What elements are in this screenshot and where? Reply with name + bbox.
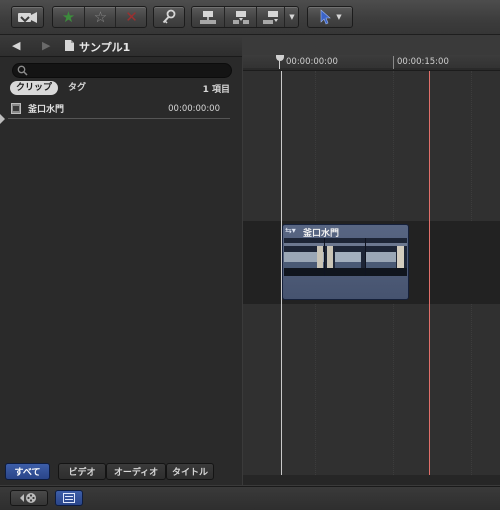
timeline-clip[interactable]: ⇆▾ 釜口水門	[282, 224, 409, 300]
browser-header: ◀ ▶ サンプル1	[0, 36, 242, 57]
thumbnail	[284, 238, 324, 276]
clip-filmstrip	[284, 238, 407, 276]
item-count: 1 項目	[202, 85, 230, 95]
list-item[interactable]: 釜口水門 00:00:00:00	[0, 100, 242, 118]
filter-all-button[interactable]: すべて	[5, 463, 50, 480]
star-outline-icon: ☆	[93, 8, 108, 26]
document-icon	[65, 40, 74, 51]
timeline-ruler[interactable]: 00:00:00:00 00:00:15:00	[243, 55, 500, 71]
search-icon	[17, 65, 28, 76]
bottom-bar	[0, 486, 500, 510]
list-view-icon	[63, 493, 75, 503]
tool-select-button[interactable]: ▼	[307, 6, 353, 28]
project-name: サンプル1	[79, 41, 131, 54]
ruler-label: 00:00:00:00	[286, 57, 338, 67]
star-filled-icon: ★	[61, 8, 76, 26]
connect-clip-button[interactable]	[192, 7, 224, 27]
filter-bar: すべて ビデオ オーディオ タイトル	[0, 459, 242, 485]
unrate-button[interactable]: ☆	[84, 7, 116, 27]
append-clip-icon	[263, 10, 278, 24]
edit-menu-button[interactable]: ▼	[284, 7, 299, 27]
clip-menu-icon[interactable]: ⇆▾	[285, 226, 296, 235]
film-clip-icon	[11, 103, 21, 114]
ruler-mark	[393, 56, 394, 69]
search-input[interactable]	[12, 63, 232, 78]
timeline[interactable]: ⇆▾ 釜口水門	[243, 71, 500, 475]
event-browser: クリップ タグ 1 項目 釜口水門 00:00:00:00 すべて ビデオ オー…	[0, 57, 242, 485]
filter-audio-button[interactable]: オーディオ	[106, 463, 166, 480]
clip-name: 釜口水門	[28, 105, 65, 115]
toolbar: ★ ☆ ✕ ▼ ▼	[0, 0, 500, 35]
insert-clip-button[interactable]	[224, 7, 257, 27]
filter-video-button[interactable]: ビデオ	[58, 463, 106, 480]
tab-clips[interactable]: クリップ	[10, 81, 59, 95]
chevron-down-icon: ▼	[336, 13, 342, 21]
timeline-footer	[243, 475, 500, 485]
arrow-pointer-icon	[320, 9, 332, 25]
thumbnail	[366, 238, 407, 276]
film-reel-icon	[20, 493, 36, 503]
x-icon: ✕	[125, 8, 138, 26]
chevron-down-icon: ▼	[289, 13, 295, 21]
playhead[interactable]	[429, 71, 430, 475]
list-view-button[interactable]	[55, 490, 83, 506]
row-divider	[8, 118, 230, 119]
thumbnail	[325, 238, 365, 276]
skimmer-handle-icon	[0, 114, 5, 124]
reject-button[interactable]: ✕	[115, 7, 147, 27]
skimmer-line	[281, 71, 282, 475]
filter-title-button[interactable]: タイトル	[166, 463, 214, 480]
favorite-button[interactable]: ★	[53, 7, 84, 27]
keyword-button[interactable]	[153, 6, 185, 28]
append-clip-button[interactable]	[256, 7, 285, 27]
library-toggle-button[interactable]	[10, 490, 48, 506]
tab-tags[interactable]: タグ	[62, 81, 92, 95]
import-button[interactable]	[11, 6, 44, 28]
rating-group: ★ ☆ ✕	[52, 6, 147, 28]
clip-timecode: 00:00:00:00	[168, 104, 220, 114]
forward-arrow-icon[interactable]: ▶	[42, 39, 50, 52]
connect-clip-icon	[200, 10, 216, 24]
camera-import-icon	[17, 11, 37, 23]
key-icon	[162, 9, 176, 24]
insert-clip-icon	[233, 10, 249, 24]
ruler-label: 00:00:15:00	[397, 57, 449, 67]
back-arrow-icon[interactable]: ◀	[12, 39, 20, 52]
edit-group: ▼	[191, 6, 299, 28]
